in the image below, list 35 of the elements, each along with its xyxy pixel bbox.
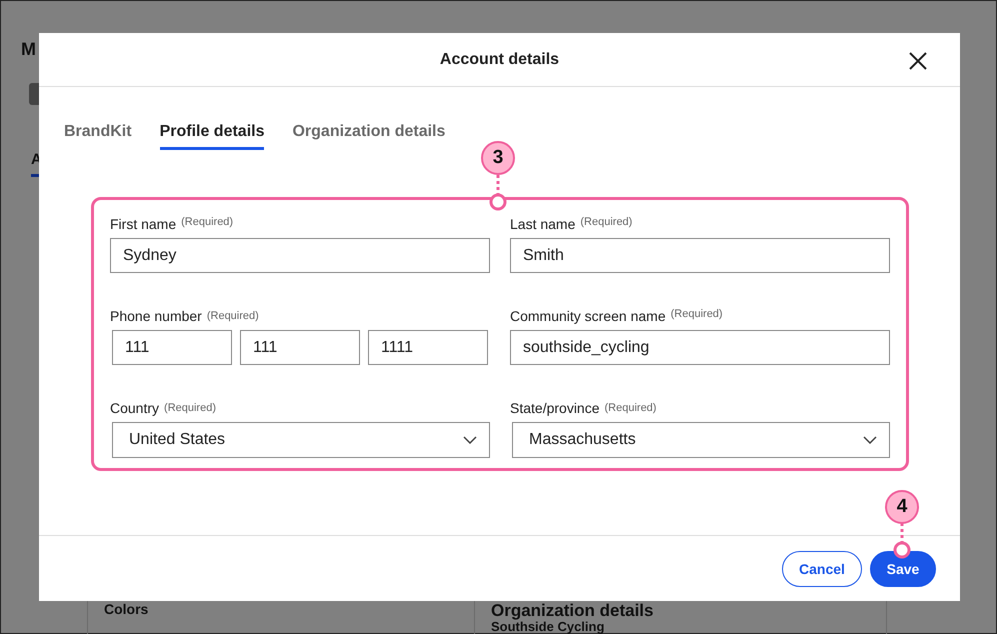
input-field[interactable]: Smith	[510, 238, 890, 273]
page-heading: M	[21, 39, 36, 60]
panel-title: Organization details	[491, 602, 654, 620]
input-field[interactable]: 111	[112, 330, 232, 365]
input-field[interactable]: 111	[240, 330, 360, 365]
input-field[interactable]: Sydney	[110, 238, 490, 273]
required-note: (Required)	[206, 309, 259, 322]
callout-badge: 4	[885, 490, 919, 524]
tab[interactable]: BrandKit	[64, 123, 132, 150]
required-note: (Required)	[164, 401, 216, 414]
required-note: (Required)	[604, 401, 656, 414]
tab[interactable]: Organization details	[292, 123, 446, 150]
chevron-icon	[863, 436, 877, 444]
dialog-title: Account details	[440, 50, 560, 68]
field-label: Community screen name	[510, 307, 666, 324]
input-field[interactable]: 1111	[368, 330, 488, 365]
field-label: State/province	[510, 399, 600, 416]
required-note: (Required)	[670, 307, 723, 320]
dropdown[interactable]: United States	[112, 422, 490, 458]
tab[interactable]: Profile details	[160, 123, 264, 150]
callout-badge: 3	[481, 141, 515, 175]
cancel-button[interactable]: Cancel	[782, 550, 862, 586]
close-icon[interactable]	[908, 51, 928, 71]
save-button[interactable]: Save	[870, 550, 936, 586]
dropdown[interactable]: Massachusetts	[512, 422, 890, 458]
field-label: First name	[110, 215, 176, 232]
panel-title: Colors	[104, 601, 150, 617]
field-label: Country	[110, 399, 160, 416]
required-note: (Required)	[580, 215, 632, 228]
input-field[interactable]: southside_cycling	[510, 330, 890, 365]
field-label: Last name	[510, 215, 576, 232]
field-label: Phone number	[110, 307, 202, 324]
required-note: (Required)	[181, 215, 234, 228]
chevron-icon	[463, 436, 477, 444]
panel-subtitle: Southside Cycling	[491, 620, 606, 634]
